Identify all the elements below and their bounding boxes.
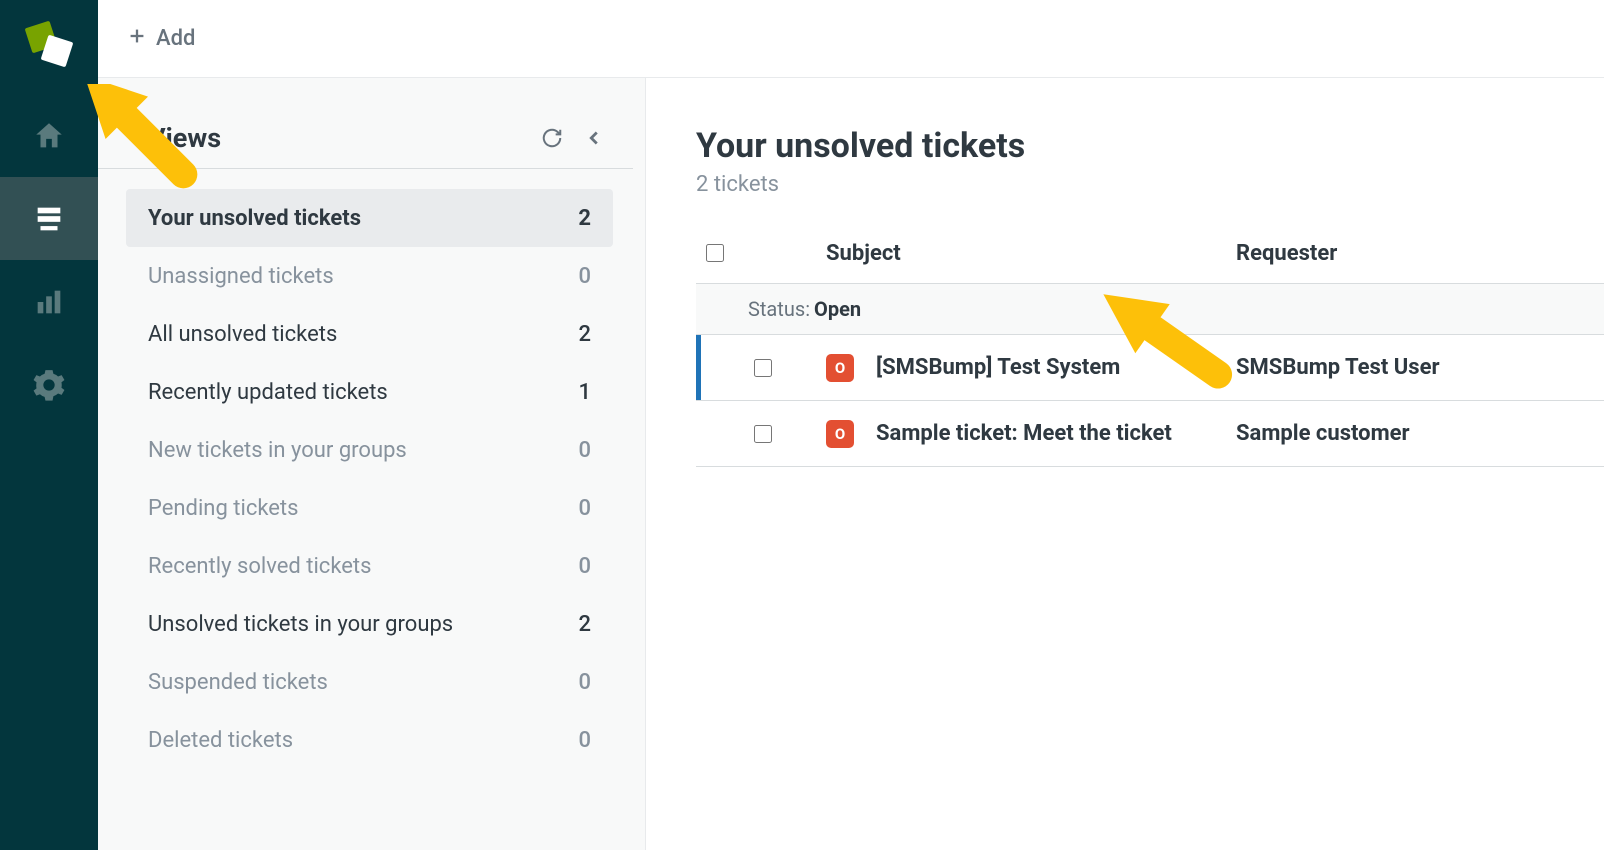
ticket-list: O[SMSBump] Test SystemSMSBump Test UserO… — [696, 335, 1604, 467]
collapse-icon[interactable] — [583, 127, 605, 149]
page-title: Your unsolved tickets — [696, 126, 1604, 166]
view-row[interactable]: Suspended tickets 0 — [126, 653, 613, 711]
view-row[interactable]: Recently solved tickets 0 — [126, 537, 613, 595]
views-panel: Views Your unsolved tickets 2 Unassigned t… — [98, 78, 646, 850]
view-label: All unsolved tickets — [148, 322, 337, 347]
ticket-checkbox-cell — [696, 356, 826, 380]
view-label: New tickets in your groups — [148, 438, 407, 463]
ticket-subject: Sample ticket: Meet the ticket — [876, 421, 1172, 446]
ticket-checkbox-cell — [696, 422, 826, 446]
view-row[interactable]: Deleted tickets 0 — [126, 711, 613, 769]
ticket-requester-cell: SMSBump Test User — [1236, 355, 1604, 380]
view-label: Deleted tickets — [148, 728, 293, 753]
ticket-checkbox[interactable] — [754, 359, 772, 377]
views-header: Views — [98, 102, 633, 169]
view-count: 0 — [578, 496, 591, 521]
topbar: Add — [98, 0, 1604, 78]
add-label: Add — [156, 26, 195, 51]
view-label: Recently solved tickets — [148, 554, 371, 579]
view-label: Pending tickets — [148, 496, 299, 521]
nav-admin[interactable] — [0, 343, 98, 426]
views-title: Views — [148, 122, 221, 154]
ticket-row[interactable]: O Sample ticket: Meet the ticket Sample cu… — [696, 401, 1604, 467]
status-badge: O — [826, 354, 854, 382]
group-row: Status: Open — [696, 283, 1604, 335]
view-row[interactable]: Recently updated tickets 1 — [126, 363, 613, 421]
plus-icon — [126, 25, 148, 53]
view-label: Unsolved tickets in your groups — [148, 612, 453, 637]
view-row[interactable]: Your unsolved tickets 2 — [126, 189, 613, 247]
view-count: 0 — [578, 438, 591, 463]
ticket-subject-cell: O [SMSBump] Test System — [826, 354, 1236, 382]
view-label: Suspended tickets — [148, 670, 328, 695]
ticket-count: 2 tickets — [696, 172, 1604, 197]
view-row[interactable]: All unsolved tickets 2 — [126, 305, 613, 363]
ticket-requester: Sample customer — [1236, 421, 1410, 446]
view-label: Your unsolved tickets — [148, 206, 361, 231]
view-count: 2 — [578, 322, 591, 347]
ticket-checkbox[interactable] — [754, 425, 772, 443]
table-header: Subject Requester — [696, 223, 1604, 283]
nav-rail — [0, 0, 98, 850]
ticket-subject: [SMSBump] Test System — [876, 355, 1120, 380]
status-badge: O — [826, 420, 854, 448]
nav-home[interactable] — [0, 94, 98, 177]
view-row[interactable]: Unsolved tickets in your groups 2 — [126, 595, 613, 653]
brand-logo — [22, 20, 76, 74]
ticket-subject-cell: O Sample ticket: Meet the ticket — [826, 420, 1236, 448]
group-label: Status: — [748, 297, 810, 321]
view-count: 1 — [578, 380, 591, 405]
refresh-icon[interactable] — [541, 127, 563, 149]
main-content: Your unsolved tickets 2 tickets Subject … — [646, 78, 1604, 850]
view-count: 2 — [578, 206, 591, 231]
view-row[interactable]: Unassigned tickets 0 — [126, 247, 613, 305]
add-button[interactable]: Add — [126, 25, 195, 53]
view-label: Recently updated tickets — [148, 380, 388, 405]
view-list: Your unsolved tickets 2 Unassigned tickets… — [98, 189, 645, 769]
group-value: Open — [814, 297, 861, 321]
view-count: 0 — [578, 670, 591, 695]
view-count: 0 — [578, 554, 591, 579]
view-count: 0 — [578, 264, 591, 289]
view-count: 0 — [578, 728, 591, 753]
nav-views[interactable] — [0, 177, 98, 260]
ticket-requester-cell: Sample customer — [1236, 421, 1604, 446]
nav-reports[interactable] — [0, 260, 98, 343]
view-count: 2 — [578, 612, 591, 637]
column-subject[interactable]: Subject — [826, 241, 1236, 266]
ticket-requester: SMSBump Test User — [1236, 355, 1440, 380]
column-requester[interactable]: Requester — [1236, 241, 1604, 266]
view-label: Unassigned tickets — [148, 264, 334, 289]
select-all-checkbox[interactable] — [706, 244, 724, 262]
view-row[interactable]: New tickets in your groups 0 — [126, 421, 613, 479]
view-row[interactable]: Pending tickets 0 — [126, 479, 613, 537]
select-all-cell — [696, 241, 826, 265]
ticket-row[interactable]: O [SMSBump] Test System SMSBump Test User — [696, 335, 1604, 401]
